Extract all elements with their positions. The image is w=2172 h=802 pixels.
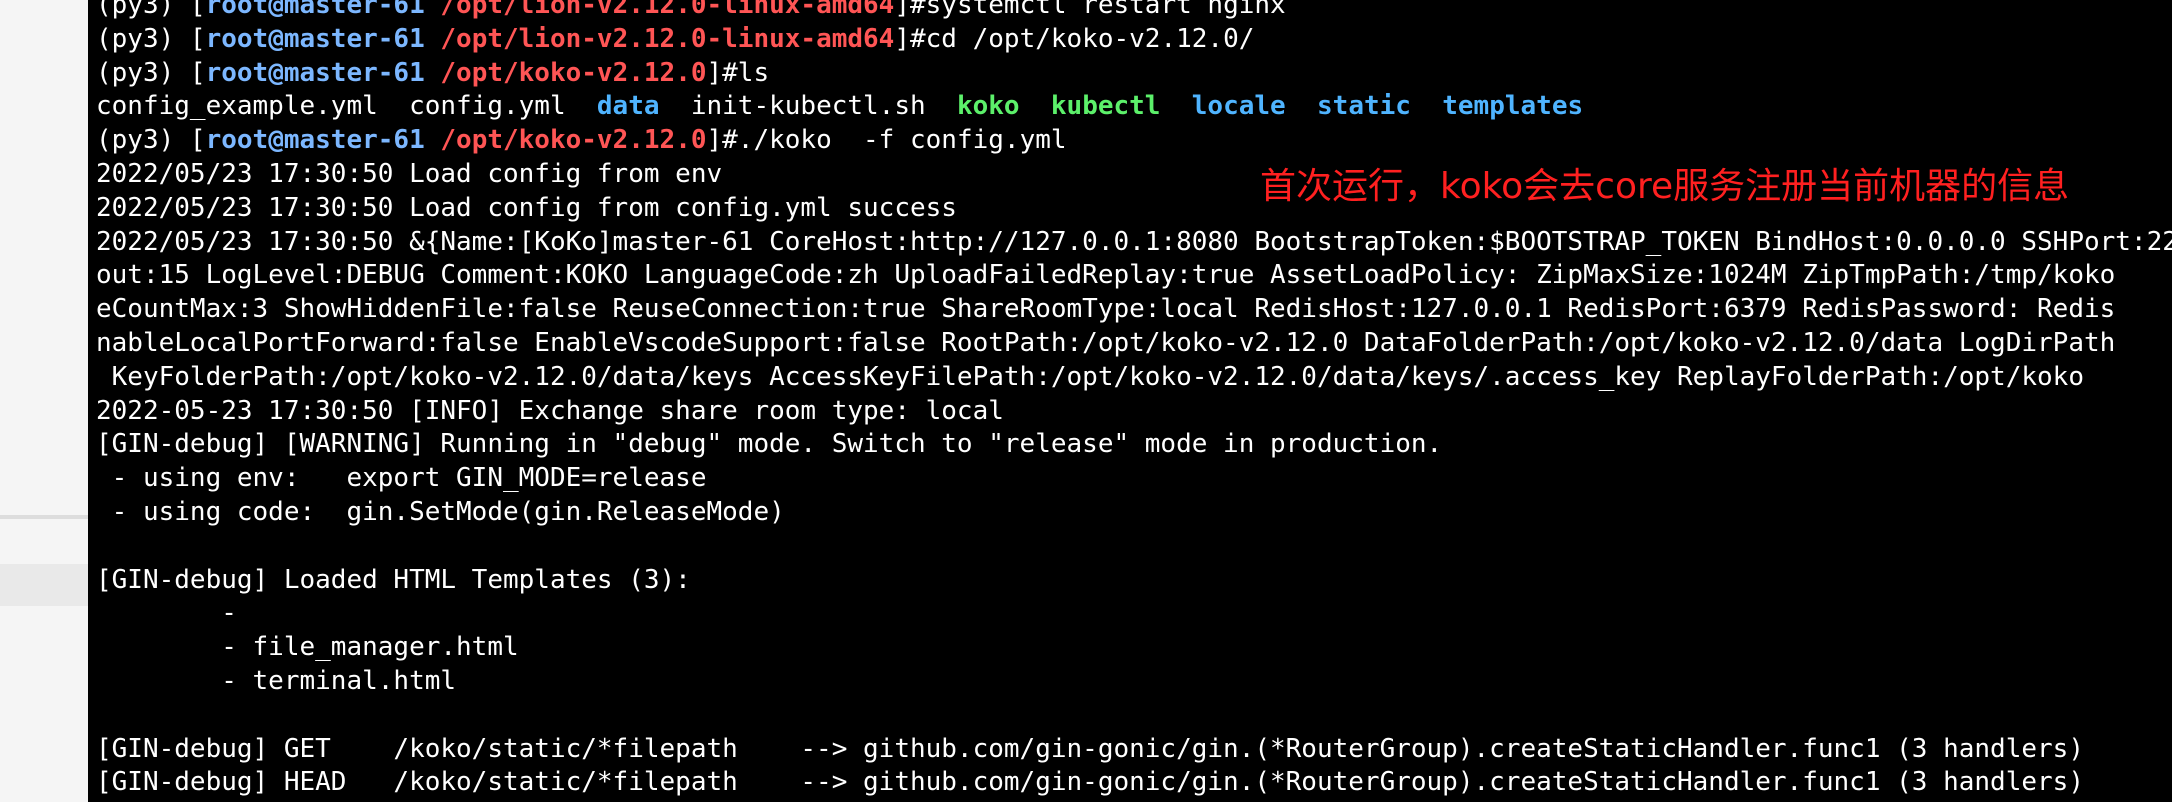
terminal-line: config_example.yml config.yml data init-… xyxy=(96,90,2172,124)
terminal-segment: 2022/05/23 17:30:50 Load config from env xyxy=(96,158,723,189)
left-side-panel xyxy=(0,0,88,802)
terminal-segment xyxy=(1020,91,1051,121)
terminal-segment: /opt/koko-v2.12.0 xyxy=(440,57,707,88)
terminal-segment: ]#ls xyxy=(706,57,770,88)
terminal-line: (py3) [root@master-61 /opt/koko-v2.12.0]… xyxy=(96,124,2172,158)
terminal-segment: - terminal.html xyxy=(96,665,457,696)
terminal-segment: /opt/lion-v2.12.0-linux-amd64 xyxy=(440,0,895,20)
terminal-segment: 2022/05/23 17:30:50 &{Name:[KoKo]master-… xyxy=(96,226,2172,257)
terminal-line: out:15 LogLevel:DEBUG Comment:KOKO Langu… xyxy=(96,259,2172,293)
terminal-segment: ]#./koko -f config.yml xyxy=(706,125,1067,156)
terminal-segment: nableLocalPortForward:false EnableVscode… xyxy=(96,327,2116,358)
terminal-segment: ]#cd /opt/koko-v2.12.0/ xyxy=(894,23,1255,54)
terminal-segment xyxy=(425,24,441,54)
terminal-segment xyxy=(1411,91,1442,121)
terminal-line: - using code: gin.SetMode(gin.ReleaseMod… xyxy=(96,496,2172,530)
terminal-line: - using env: export GIN_MODE=release xyxy=(96,462,2172,496)
terminal-line: [GIN-debug] GET /koko/static/*filepath -… xyxy=(96,733,2172,767)
terminal-segment: koko xyxy=(956,91,1020,122)
terminal-line: (py3) [root@master-61 /opt/lion-v2.12.0-… xyxy=(96,23,2172,57)
terminal-segment: 2022/05/23 17:30:50 Load config from con… xyxy=(96,192,957,223)
terminal-line: - file_manager.html xyxy=(96,631,2172,665)
terminal-segment: [GIN-debug] HEAD /koko/static/*filepath … xyxy=(96,767,2084,798)
terminal-segment: (py3) [ xyxy=(96,23,206,54)
terminal-segment: KeyFolderPath:/opt/koko-v2.12.0/data/key… xyxy=(96,361,2084,392)
terminal-line: (py3) [root@master-61 /opt/lion-v2.12.0-… xyxy=(96,0,2172,23)
terminal-segment: - using code: gin.SetMode(gin.ReleaseMod… xyxy=(96,496,785,527)
terminal-segment: root@master-61 xyxy=(205,125,425,156)
terminal-segment: data xyxy=(596,91,660,122)
annotation-note: 首次运行，koko会去core服务注册当前机器的信息 xyxy=(1260,166,2070,207)
terminal-line: 2022/05/23 17:30:50 &{Name:[KoKo]master-… xyxy=(96,226,2172,260)
terminal-segment: /opt/koko-v2.12.0 xyxy=(440,125,707,156)
terminal-segment: init-kubectl.sh xyxy=(659,91,957,122)
terminal-segment: (py3) [ xyxy=(96,57,206,88)
panel-row[interactable] xyxy=(0,564,88,606)
panel-divider xyxy=(0,515,88,519)
terminal-line: [GIN-debug] Loaded HTML Templates (3): xyxy=(96,564,2172,598)
terminal-line: - terminal.html xyxy=(96,665,2172,699)
terminal-segment xyxy=(1286,91,1317,121)
terminal-segment: locale xyxy=(1191,91,1286,122)
terminal-segment: kubectl xyxy=(1050,91,1161,122)
terminal-segment: root@master-61 xyxy=(205,57,425,88)
terminal-segment: config_example.yml config.yml xyxy=(96,91,597,122)
terminal-segment xyxy=(425,58,441,88)
terminal-segment xyxy=(425,0,441,20)
terminal-window[interactable]: (py3) [root@master-61 /opt/lion-v2.12.0-… xyxy=(88,0,2172,802)
terminal-line: eCountMax:3 ShowHiddenFile:false ReuseCo… xyxy=(96,293,2172,327)
terminal-segment: [GIN-debug] [WARNING] Running in "debug"… xyxy=(96,429,1443,460)
terminal-line: (py3) [root@master-61 /opt/koko-v2.12.0]… xyxy=(96,57,2172,91)
terminal-segment: static xyxy=(1317,91,1411,122)
terminal-line: 2022-05-23 17:30:50 [INFO] Exchange shar… xyxy=(96,395,2172,429)
terminal-line: KeyFolderPath:/opt/koko-v2.12.0/data/key… xyxy=(96,361,2172,395)
terminal-segment: root@master-61 xyxy=(205,0,425,20)
terminal-line: [GIN-debug] [WARNING] Running in "debug"… xyxy=(96,428,2172,462)
terminal-line: [GIN-debug] HEAD /koko/static/*filepath … xyxy=(96,766,2172,800)
terminal-segment: (py3) [ xyxy=(96,125,206,156)
terminal-segment: 2022-05-23 17:30:50 [INFO] Exchange shar… xyxy=(96,395,1004,426)
terminal-segment xyxy=(1160,91,1191,121)
terminal-line: - xyxy=(96,597,2172,631)
terminal-segment: out:15 LogLevel:DEBUG Comment:KOKO Langu… xyxy=(96,260,2116,291)
terminal-segment: [GIN-debug] GET /koko/static/*filepath -… xyxy=(96,733,2084,764)
terminal-segment: ]#systemctl restart nginx xyxy=(894,0,1286,20)
terminal-segment: [GIN-debug] Loaded HTML Templates (3): xyxy=(96,564,691,595)
terminal-segment: (py3) [ xyxy=(96,0,206,20)
terminal-output: (py3) [root@master-61 /opt/lion-v2.12.0-… xyxy=(96,0,2172,802)
terminal-segment: eCountMax:3 ShowHiddenFile:false ReuseCo… xyxy=(96,294,2116,325)
terminal-segment: - using env: export GIN_MODE=release xyxy=(96,463,707,494)
terminal-segment: - xyxy=(96,598,253,629)
terminal-segment xyxy=(425,125,441,155)
terminal-segment: templates xyxy=(1442,91,1584,122)
terminal-line: nableLocalPortForward:false EnableVscode… xyxy=(96,327,2172,361)
terminal-segment: /opt/lion-v2.12.0-linux-amd64 xyxy=(440,23,895,54)
terminal-segment: root@master-61 xyxy=(205,23,425,54)
terminal-segment: - file_manager.html xyxy=(96,632,519,663)
